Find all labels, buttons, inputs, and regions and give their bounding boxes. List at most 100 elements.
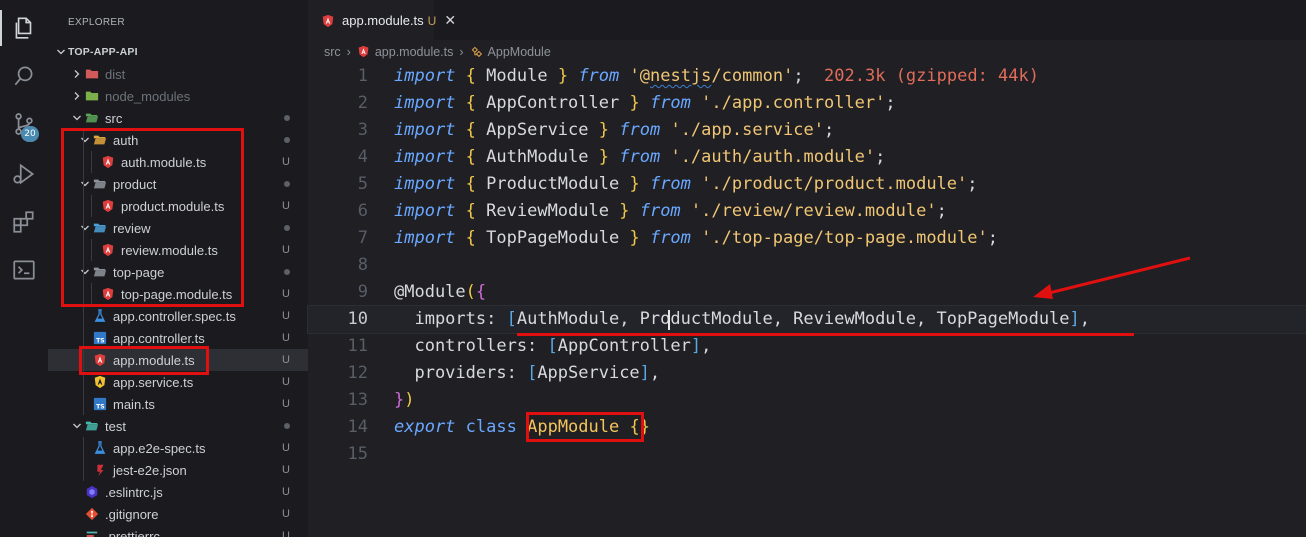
code-token: [ <box>506 309 517 329</box>
tree-folder[interactable]: top-page <box>48 261 308 283</box>
tree-folder[interactable]: product <box>48 173 308 195</box>
code-token: , <box>1079 309 1091 329</box>
code-line[interactable]: 9 @Module({ <box>308 279 1306 306</box>
code-line[interactable]: 3 import { AppService } from './app.servi… <box>308 117 1306 144</box>
line-number: 12 <box>347 363 368 383</box>
activity-bar: 20 <box>0 0 48 537</box>
code-line[interactable]: 8 <box>308 252 1306 279</box>
git-status-badge: U <box>282 354 290 366</box>
code-token: /common' <box>711 66 794 86</box>
code-line[interactable]: 14 export class AppModule {} <box>308 414 1306 441</box>
tab-app-module[interactable]: app.module.ts U ✕ <box>308 0 456 40</box>
tree-item-label: .prettierrc <box>105 528 160 537</box>
tree-item-label: .eslintrc.js <box>105 484 163 500</box>
tree-file[interactable]: review.module.ts U <box>48 239 308 261</box>
tree-folder[interactable]: dist <box>48 63 308 85</box>
code-line[interactable]: 13}) <box>308 387 1306 414</box>
search-icon[interactable] <box>8 60 40 92</box>
code-line[interactable]: 15 <box>308 441 1306 468</box>
code-line[interactable]: 12 providers: [AppService], <box>308 360 1306 387</box>
code-token: ProductModule <box>475 174 630 194</box>
code-line[interactable]: 4 import { AuthModule } from './auth/auth… <box>308 144 1306 171</box>
indent-guide <box>83 129 84 151</box>
tree-folder[interactable]: src <box>48 107 308 129</box>
tree-folder[interactable]: auth <box>48 129 308 151</box>
code-token: ; <box>936 201 947 221</box>
code-line[interactable]: 10 imports: [AuthModule, ProductModule, … <box>307 305 1306 334</box>
tree-folder[interactable]: test <box>48 415 308 437</box>
code-token: ; <box>793 66 804 86</box>
extensions-icon[interactable] <box>8 206 40 238</box>
git-status-badge: U <box>282 530 290 537</box>
line-number: 2 <box>357 93 368 113</box>
code-text: export class AppModule {} <box>394 414 650 441</box>
remote-explorer-icon[interactable] <box>8 254 40 286</box>
tree-folder[interactable]: node_modules <box>48 85 308 107</box>
indent-guide <box>91 151 92 173</box>
code-token: './product/product.module' <box>701 174 968 194</box>
code-line[interactable]: 6 import { ReviewModule } from './review/… <box>308 198 1306 225</box>
code-line[interactable]: 2 import { AppController } from './app.co… <box>308 90 1306 117</box>
code-text: imports: [AuthModule, ProductModule, Rev… <box>394 306 1090 333</box>
close-icon[interactable]: ✕ <box>444 12 456 29</box>
code-line[interactable]: 11 controllers: [AppController], <box>308 333 1306 360</box>
tree-file[interactable]: app.controller.spec.ts U <box>48 305 308 327</box>
code-token: { <box>465 147 476 167</box>
indent-guide <box>83 371 84 393</box>
code-line[interactable]: 7 import { TopPageModule } from './top-pa… <box>308 225 1306 252</box>
code-text: import { AppController } from './app.con… <box>394 90 896 117</box>
code-line[interactable]: 1 import { Module } from '@nestjs/common'… <box>308 63 1306 90</box>
tree-root[interactable]: TOP-APP-API <box>48 41 308 63</box>
breadcrumb-item-symbol[interactable]: AppModule <box>488 45 551 59</box>
tree-file[interactable]: top-page.module.ts U <box>48 283 308 305</box>
folder-src-icon <box>84 110 100 126</box>
tree-file[interactable]: app.module.ts U <box>48 349 308 371</box>
breadcrumb-item-file[interactable]: app.module.ts <box>375 45 454 59</box>
git-status-badge: U <box>282 310 290 322</box>
code-line[interactable]: 5 import { ProductModule } from './produc… <box>308 171 1306 198</box>
tree-file[interactable]: .gitignore U <box>48 503 308 525</box>
tree-file[interactable]: TS app.controller.ts U <box>48 327 308 349</box>
code-token: } <box>394 390 405 410</box>
tree-file[interactable]: product.module.ts U <box>48 195 308 217</box>
code-editor[interactable]: 1 import { Module } from '@nestjs/common'… <box>307 63 1306 468</box>
files-icon[interactable] <box>8 12 40 44</box>
code-token: import <box>394 66 456 86</box>
tree-file[interactable]: app.service.ts U <box>48 371 308 393</box>
code-token: '@ <box>629 66 650 86</box>
tree-file[interactable]: auth.module.ts U <box>48 151 308 173</box>
line-number: 14 <box>347 417 368 437</box>
run-debug-icon[interactable] <box>8 158 40 190</box>
code-token: AppService <box>537 363 640 383</box>
folder-icon <box>92 264 108 280</box>
git-status-badge: U <box>282 464 290 476</box>
code-token: AppModule <box>527 417 620 437</box>
git-status-badge: U <box>282 442 290 454</box>
folder-dist-icon <box>84 66 100 82</box>
git-status-badge <box>284 173 290 195</box>
tree-file[interactable]: .prettierrc U <box>48 525 308 537</box>
code-text: import { ProductModule } from './product… <box>394 171 978 198</box>
line-number: 1 <box>357 66 368 86</box>
git-status-badge <box>284 415 290 437</box>
code-token: } <box>629 228 640 248</box>
tree-file[interactable]: jest-e2e.json U <box>48 459 308 481</box>
tree-folder[interactable]: review <box>48 217 308 239</box>
indent-guide <box>83 459 84 481</box>
tree-file[interactable]: app.e2e-spec.ts U <box>48 437 308 459</box>
chevron-right-icon <box>70 67 84 81</box>
code-token: AppController <box>475 93 630 113</box>
line-number: 9 <box>357 282 368 302</box>
tree-file[interactable]: TS main.ts U <box>48 393 308 415</box>
breadcrumb-item-src[interactable]: src <box>324 45 341 59</box>
code-text: import { Module } from '@nestjs/common';… <box>394 63 1039 90</box>
tree-file[interactable]: .eslintrc.js U <box>48 481 308 503</box>
tree-item-label: .gitignore <box>105 506 159 522</box>
code-token: './top-page/top-page.module' <box>701 228 988 248</box>
